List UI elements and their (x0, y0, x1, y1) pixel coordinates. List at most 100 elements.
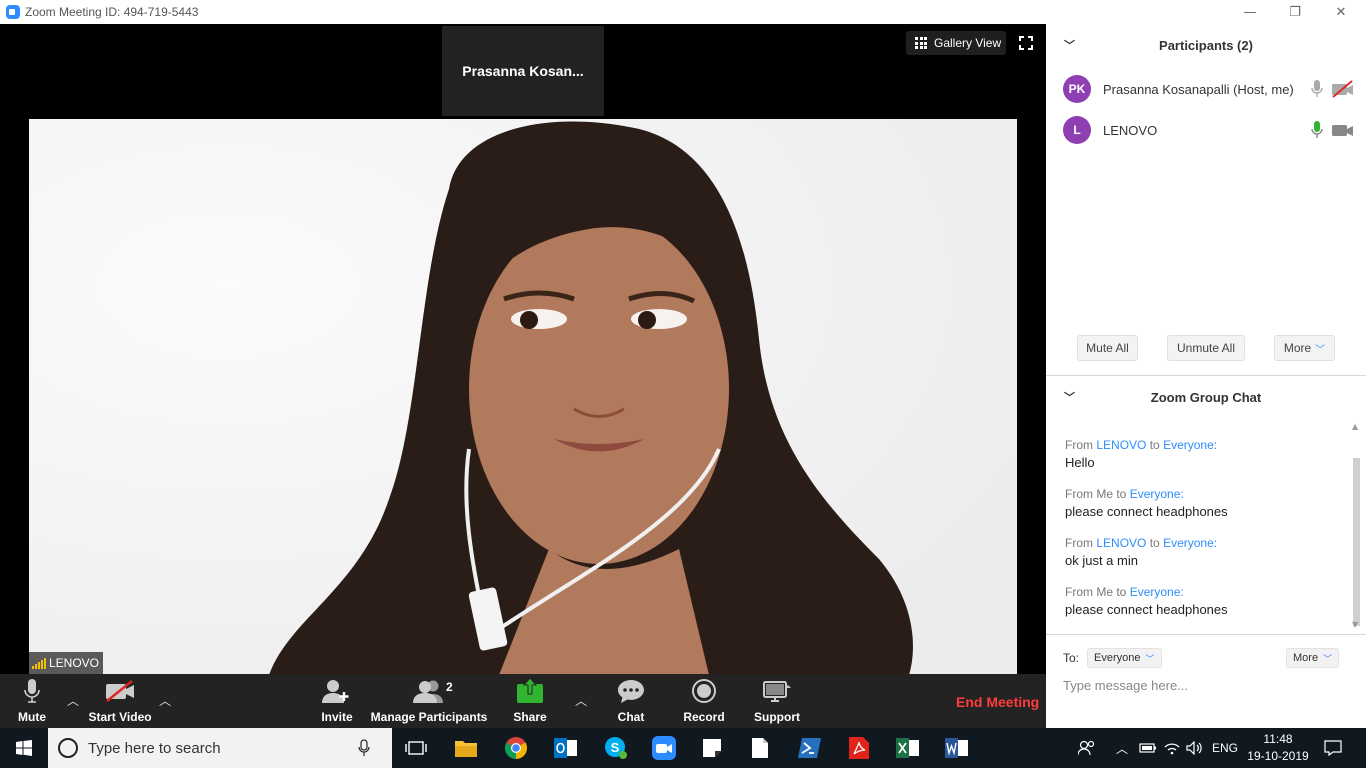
windows-start-icon[interactable] (0, 728, 48, 768)
mic-active-icon[interactable] (1311, 120, 1323, 140)
side-panel: ﹀ Participants (2) PK Prasanna Kosanapal… (1046, 24, 1366, 728)
restore-button[interactable]: ❐ (1272, 0, 1318, 24)
start-video-label: Start Video (88, 710, 152, 724)
chat-recipient[interactable]: Everyone: (1163, 438, 1217, 452)
share-options-caret-icon[interactable]: ︿ (575, 692, 587, 709)
chevron-down-icon: ﹀ (1315, 344, 1326, 356)
scroll-up-arrow-icon[interactable]: ▲ (1352, 422, 1358, 431)
mute-all-button[interactable]: Mute All (1077, 335, 1138, 361)
chat-message: From LENOVO to Everyone: ok just a min (1065, 536, 1218, 568)
gallery-view-button[interactable]: Gallery View (906, 31, 1006, 55)
chat-text: ok just a min (1065, 553, 1138, 568)
wifi-icon[interactable] (1163, 728, 1181, 768)
microphone-icon[interactable] (358, 739, 370, 757)
sticky-notes-icon[interactable] (698, 734, 726, 762)
unmute-all-button[interactable]: Unmute All (1167, 335, 1245, 361)
participant-row[interactable]: L LENOVO (1063, 115, 1363, 145)
meeting-toolbar: Mute ︿ Start Video ︿ Invite Manage Parti… (0, 674, 1046, 728)
avatar: PK (1063, 75, 1091, 103)
participant-video-image (29, 119, 1017, 675)
record-label: Record (683, 710, 725, 724)
zoom-icon[interactable] (650, 734, 678, 762)
more-label: More (1283, 341, 1312, 355)
invite-icon (322, 674, 352, 708)
minimize-button[interactable]: — (1227, 0, 1273, 24)
windows-taskbar: S ︿ ENG 11:48 19-10-2019 (0, 728, 1366, 768)
audio-options-caret-icon[interactable]: ︿ (67, 692, 79, 709)
recipient-dropdown[interactable]: Everyone ﹀ (1087, 648, 1162, 668)
chat-sender[interactable]: LENOVO (1096, 438, 1146, 452)
scrollbar-thumb[interactable] (1353, 458, 1360, 626)
mic-muted-icon[interactable] (1311, 79, 1323, 99)
chrome-icon[interactable] (502, 734, 530, 762)
start-video-button[interactable]: Start Video (88, 674, 152, 728)
record-button[interactable]: Record (683, 674, 725, 728)
taskbar-clock[interactable]: 11:48 19-10-2019 (1246, 731, 1310, 765)
close-button[interactable]: ✕ (1318, 0, 1364, 24)
chat-sender[interactable]: LENOVO (1096, 536, 1146, 550)
taskbar-search-input[interactable] (88, 739, 348, 757)
chat-recipient[interactable]: Everyone: (1130, 585, 1184, 599)
excel-icon[interactable] (894, 734, 922, 762)
active-speaker-thumbnail[interactable]: Prasanna Kosan... (442, 26, 604, 116)
notifications-icon[interactable] (1324, 728, 1342, 768)
chat-scrollbar[interactable]: ▲ ▼ (1351, 422, 1361, 632)
mute-button[interactable]: Mute (15, 674, 49, 728)
chat-button[interactable]: Chat (614, 674, 648, 728)
people-icon[interactable] (1078, 728, 1096, 768)
chat-more-dropdown[interactable]: More ﹀ (1286, 648, 1340, 668)
video-options-caret-icon[interactable]: ︿ (159, 692, 171, 709)
clock-date: 19-10-2019 (1247, 749, 1309, 763)
acrobat-icon[interactable] (845, 734, 873, 762)
meeting-area: Prasanna Kosan... Gallery View LENOVO (0, 24, 1046, 728)
volume-icon[interactable] (1186, 728, 1204, 768)
end-meeting-button[interactable]: End Meeting (956, 694, 1039, 710)
share-button[interactable]: Share (513, 674, 547, 728)
unmute-all-label: Unmute All (1176, 341, 1236, 355)
video-on-icon[interactable] (1331, 121, 1355, 139)
chat-recipient[interactable]: Everyone: (1130, 487, 1184, 501)
language-indicator[interactable]: ENG (1212, 728, 1238, 768)
chat-recipient[interactable]: Everyone: (1163, 536, 1217, 550)
to-label: To: (1063, 651, 1080, 665)
support-screen-icon (760, 674, 794, 708)
microphone-icon (24, 674, 40, 708)
cortana-icon (58, 738, 78, 758)
task-view-icon[interactable] (402, 734, 430, 762)
manage-participants-button[interactable]: Manage Participants (371, 674, 487, 728)
scroll-down-arrow-icon[interactable]: ▼ (1352, 620, 1358, 629)
file-explorer-icon[interactable] (452, 734, 480, 762)
mute-label: Mute (18, 710, 46, 724)
participants-more-button[interactable]: More ﹀ (1274, 335, 1335, 361)
chat-text: please connect headphones (1065, 602, 1228, 617)
participants-title: Participants (2) (1159, 37, 1253, 53)
collapse-chat-chevron-icon[interactable]: ﹀ (1064, 389, 1075, 405)
collapse-participants-chevron-icon[interactable]: ﹀ (1064, 37, 1075, 53)
chat-message: From Me to Everyone: please connect head… (1065, 487, 1228, 519)
word-icon[interactable] (943, 734, 971, 762)
clock-time: 11:48 (1263, 732, 1293, 746)
powershell-icon[interactable] (796, 734, 824, 762)
signal-strength-icon (32, 657, 46, 669)
video-off-icon[interactable] (1331, 80, 1355, 98)
participant-row[interactable]: PK Prasanna Kosanapalli (Host, me) (1063, 74, 1363, 104)
chat-message-input[interactable] (1063, 674, 1353, 696)
avatar: L (1063, 116, 1091, 144)
fullscreen-icon[interactable] (1018, 36, 1034, 52)
show-hidden-icons-icon[interactable]: ︿ (1116, 728, 1128, 768)
taskbar-search[interactable] (48, 728, 392, 768)
title-bar: Zoom Meeting ID: 494-719-5443 — ❐ ✕ (0, 0, 1366, 24)
support-button[interactable]: Support (754, 674, 800, 728)
recipient-value: Everyone (1094, 652, 1141, 664)
chat-message: From LENOVO to Everyone: Hello (1065, 438, 1218, 470)
mute-all-label: Mute All (1086, 341, 1129, 355)
invite-button[interactable]: Invite (320, 674, 354, 728)
battery-icon[interactable] (1139, 728, 1157, 768)
video-name-label: LENOVO (49, 656, 100, 670)
document-icon[interactable] (746, 734, 774, 762)
skype-icon[interactable]: S (602, 734, 630, 762)
chat-text: please connect headphones (1065, 504, 1228, 519)
participants-header: ﹀ Participants (2) (1046, 25, 1366, 65)
outlook-icon[interactable] (552, 734, 580, 762)
svg-text:S: S (611, 740, 620, 755)
